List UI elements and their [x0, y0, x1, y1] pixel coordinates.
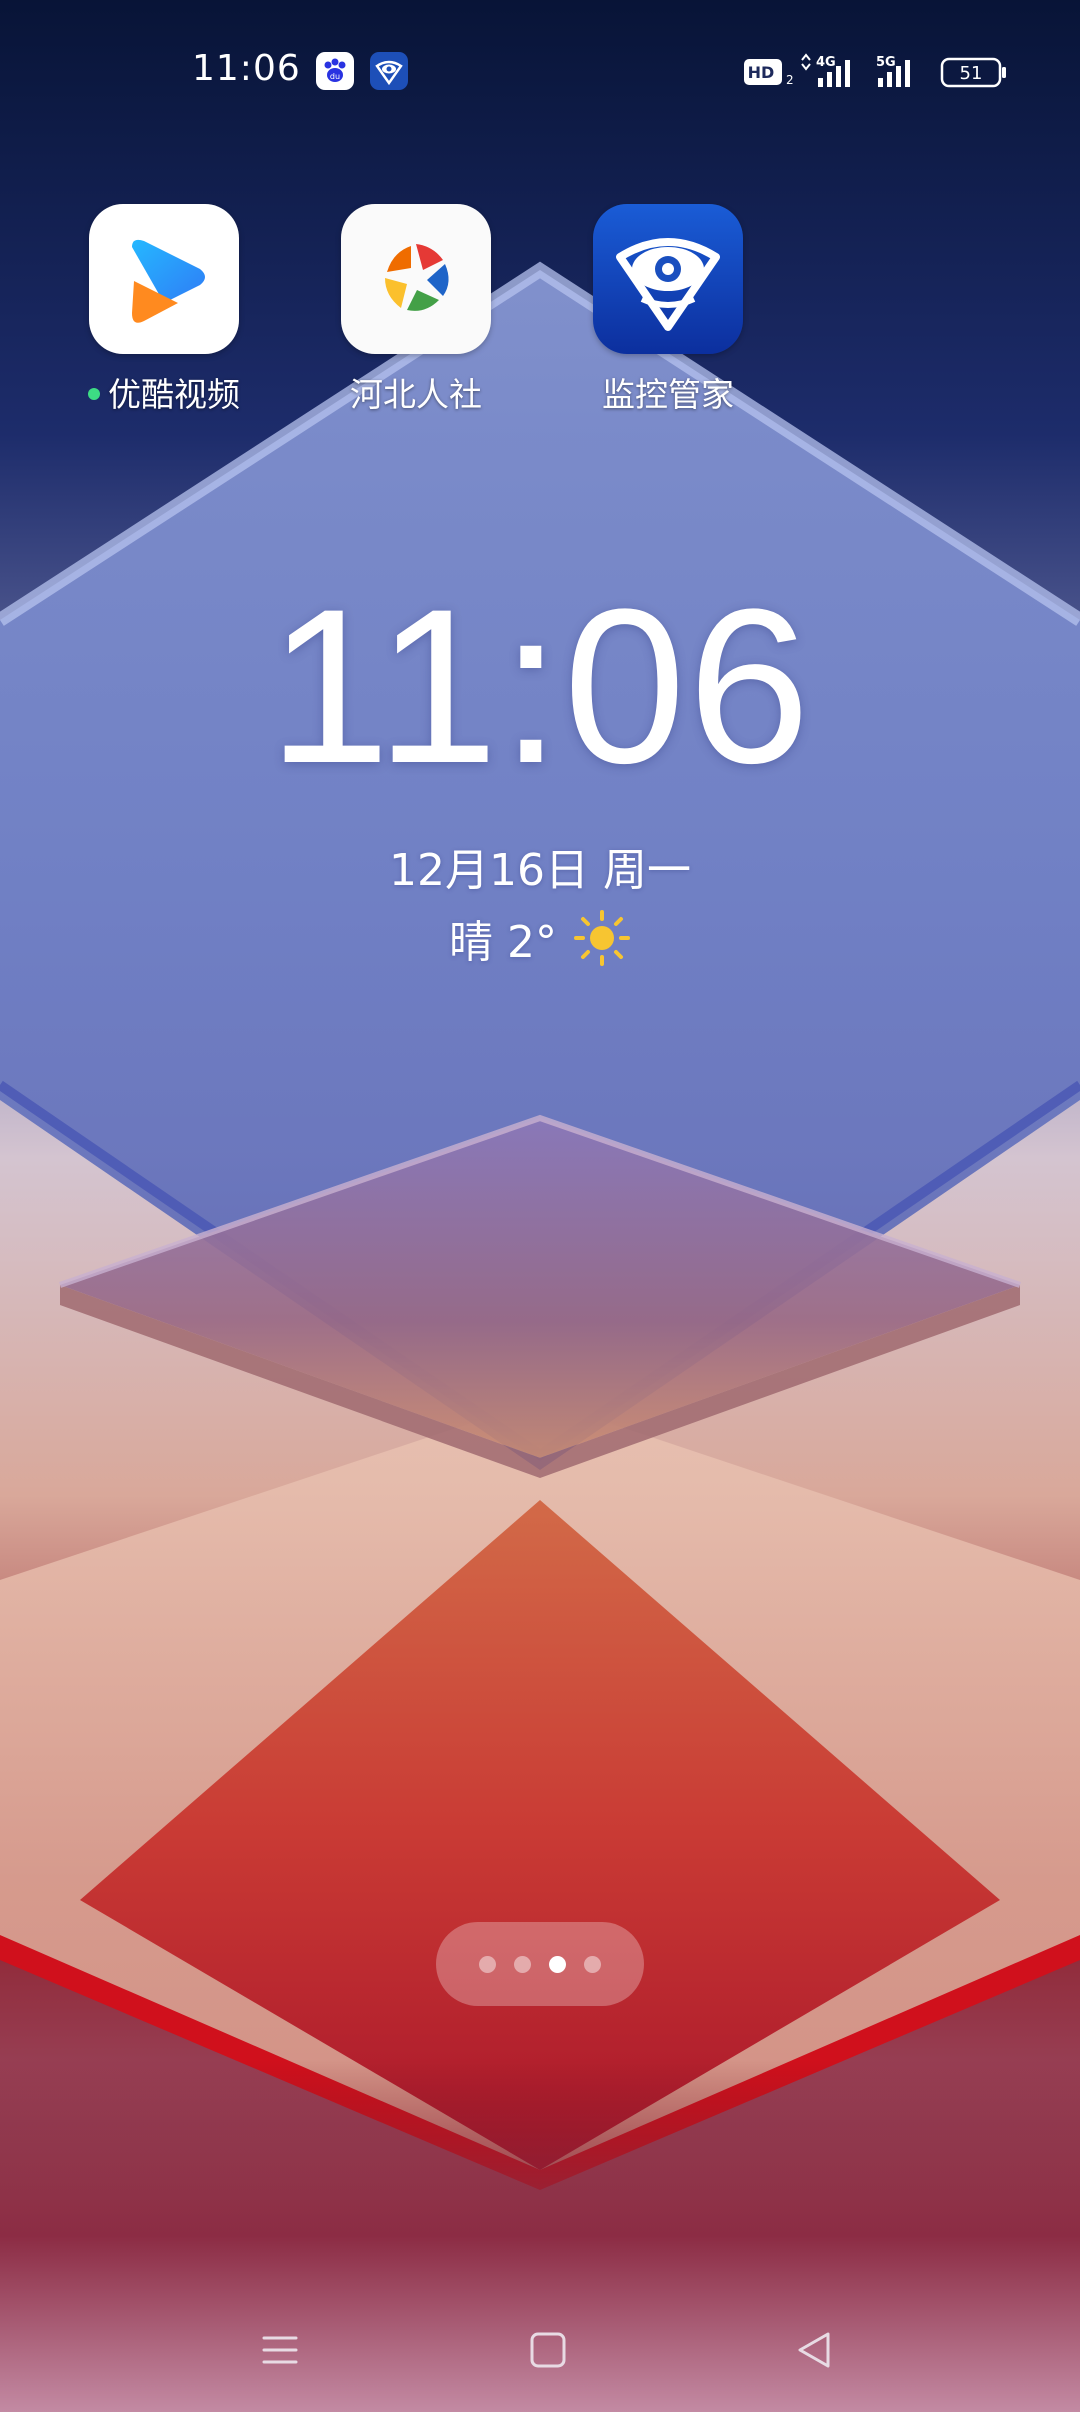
monitor-eye-icon [593, 204, 743, 354]
home-button[interactable] [508, 2320, 588, 2380]
status-indicators: HD 2 4G 5G 51 [744, 53, 1006, 88]
baidu-icon: du [316, 52, 354, 90]
svg-text:HD: HD [748, 63, 775, 82]
app-monitor-manager[interactable]: 监控管家 [568, 204, 768, 416]
svg-text:2: 2 [786, 73, 794, 87]
new-badge-dot [88, 387, 100, 400]
page-dot-active[interactable] [549, 1955, 566, 1973]
sun-icon [573, 910, 630, 966]
home-icon [530, 2332, 566, 2368]
back-icon [798, 2332, 830, 2368]
clock-widget-date[interactable]: 12月16日 周一 [0, 834, 1080, 898]
weather-text: 晴 2° [449, 917, 557, 968]
weather-widget[interactable]: 晴 2° [0, 906, 1080, 970]
page-indicator[interactable] [436, 1922, 644, 2006]
monitor-eye-icon [370, 52, 408, 90]
hd-badge-icon: HD 2 [744, 59, 794, 87]
svg-text:5G: 5G [876, 55, 896, 70]
back-button[interactable] [774, 2320, 854, 2380]
page-dot[interactable] [514, 1955, 531, 1973]
menu-icon [262, 2336, 298, 2364]
svg-text:du: du [330, 72, 340, 81]
youku-icon [89, 204, 239, 354]
app-label-hebei-hrss: 河北人社 [350, 375, 482, 414]
battery-level: 51 [960, 63, 983, 84]
app-label-youku: 优酷视频 [108, 375, 240, 414]
hebei-hrss-icon [341, 204, 491, 354]
page-dot[interactable] [584, 1955, 601, 1973]
svg-text:4G: 4G [816, 55, 836, 70]
signal-5g-icon: 5G [876, 55, 910, 87]
page-dot[interactable] [479, 1955, 496, 1973]
app-youku[interactable]: 优酷视频 [64, 204, 264, 416]
app-label-monitor-manager: 监控管家 [602, 375, 734, 414]
battery-icon: 51 [940, 57, 1006, 88]
clock-widget-time[interactable]: 11:06 [0, 560, 1080, 813]
app-hebei-hrss[interactable]: 河北人社 [316, 204, 516, 416]
signal-4g-icon: 4G [801, 53, 850, 87]
status-time: 11:06 [192, 48, 301, 89]
recent-apps-button[interactable] [240, 2320, 320, 2380]
